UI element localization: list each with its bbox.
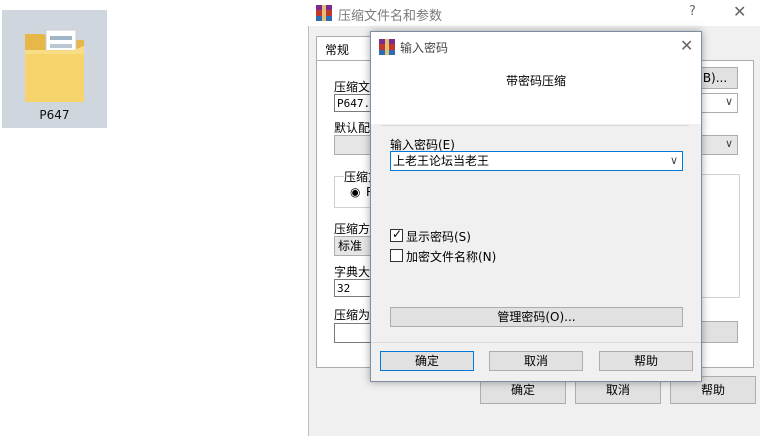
divider [381,125,689,126]
compression-method-dropdown[interactable]: 标准 [334,236,372,256]
chevron-down-icon: ∨ [724,95,733,108]
password-dialog: 输入密码 ✕ 带密码压缩 输入密码(E) 上老王论坛当老王 ∨ ✓ 显示密码(S… [370,31,702,382]
folder-icon [25,29,84,102]
split-volumes-label: 压缩为 [334,308,371,322]
update-mode-dropdown[interactable]: ∨ [700,93,738,113]
archive-window-title: 压缩文件名和参数 [338,9,443,24]
help-icon[interactable]: ? [689,4,696,19]
desktop-folder-item[interactable]: P647 [2,10,107,128]
options-listbox[interactable] [700,174,740,298]
folder-label: P647 [39,108,70,122]
show-password-checkbox[interactable]: ✓ [390,227,403,242]
dictionary-size-label: 字典大 [334,265,371,279]
password-dialog-title: 输入密码 [400,41,449,55]
radio-rar-icon[interactable]: ◉ [350,185,360,199]
dictionary-size-dropdown[interactable]: 32 [334,279,372,297]
options-dropdown[interactable]: ∨ [700,135,738,155]
show-password-label: 显示密码(S) [406,230,471,244]
manage-passwords-button[interactable]: 管理密码(O)... [390,307,683,327]
password-ok-button[interactable]: 确定 [380,351,474,371]
profiles-button[interactable] [334,135,372,155]
archive-name-input[interactable]: P647.r [334,94,377,112]
winrar-icon [379,39,395,55]
chevron-down-icon: ∨ [724,137,733,150]
password-input[interactable]: 上老王论坛当老王 ∨ [390,151,683,171]
encrypt-filenames-checkbox[interactable] [390,249,403,262]
password-cancel-button[interactable]: 取消 [489,351,583,371]
password-dialog-header: 带密码压缩 [371,62,701,124]
close-icon[interactable]: ✕ [733,2,746,21]
compression-method-label: 压缩方 [334,222,371,236]
divider [371,342,701,343]
password-dialog-heading: 带密码压缩 [505,74,566,88]
password-value: 上老王论坛当老王 [393,154,490,168]
archive-name-label: 压缩文 [334,80,371,94]
password-help-button[interactable]: 帮助 [599,351,693,371]
password-dialog-titlebar[interactable]: 输入密码 ✕ [371,32,701,62]
checkmark-icon: ✓ [392,227,403,241]
default-profile-label: 默认配 [334,121,371,135]
archive-window-titlebar[interactable]: 压缩文件名和参数 ? ✕ [308,0,760,26]
tab-general[interactable]: 常规 [316,36,372,61]
set-password-button-partial[interactable] [700,321,738,343]
close-icon[interactable]: ✕ [680,36,693,55]
winrar-icon [316,5,332,21]
encrypt-filenames-label: 加密文件名称(N) [406,250,497,264]
tab-general-label: 常规 [325,43,350,57]
chevron-down-icon[interactable]: ∨ [670,152,678,170]
split-volumes-input[interactable] [334,323,372,343]
